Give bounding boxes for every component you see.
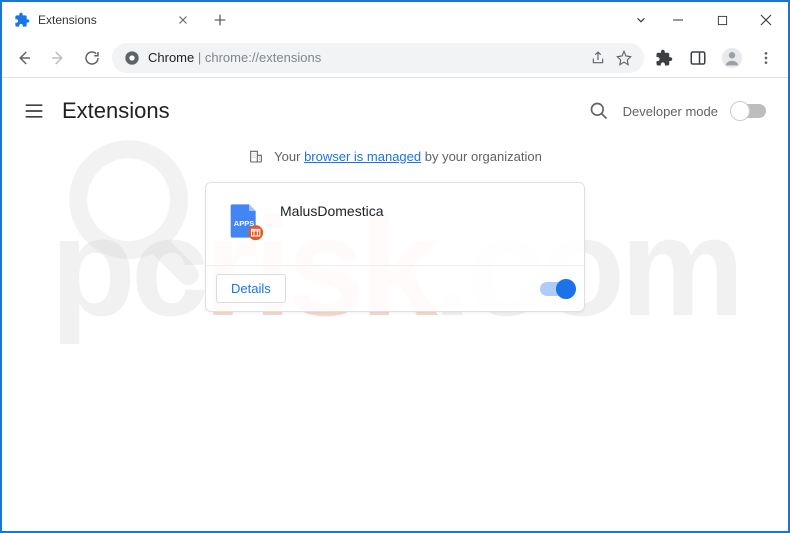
building-icon <box>248 148 264 164</box>
close-button[interactable] <box>744 2 788 38</box>
extension-app-icon: APPS <box>224 201 264 241</box>
omnibox-text: Chrome | chrome://extensions <box>148 50 321 65</box>
new-tab-button[interactable] <box>202 2 238 38</box>
close-icon <box>760 14 772 26</box>
panel-icon <box>689 49 707 67</box>
tab-search-button[interactable] <box>626 13 656 27</box>
window-controls <box>626 2 788 38</box>
back-button[interactable] <box>10 44 38 72</box>
arrow-left-icon <box>15 49 33 67</box>
close-icon[interactable] <box>176 13 190 27</box>
page-header: Extensions Developer mode <box>2 88 788 134</box>
extensions-button[interactable] <box>650 44 678 72</box>
forward-button[interactable] <box>44 44 72 72</box>
tab-title: Extensions <box>38 13 168 27</box>
svg-text:APPS: APPS <box>234 219 254 228</box>
window-titlebar: Extensions <box>2 2 788 38</box>
managed-text: Your browser is managed by your organiza… <box>274 149 542 164</box>
kebab-icon <box>758 50 774 66</box>
puzzle-icon <box>655 49 673 67</box>
avatar-icon <box>721 47 743 69</box>
star-icon[interactable] <box>616 50 632 66</box>
minimize-icon <box>672 14 684 26</box>
profile-button[interactable] <box>718 44 746 72</box>
extension-enabled-toggle[interactable] <box>540 282 574 296</box>
details-button[interactable]: Details <box>216 274 286 303</box>
hamburger-icon[interactable] <box>24 103 44 119</box>
developer-mode-toggle[interactable] <box>732 104 766 118</box>
managed-banner: Your browser is managed by your organiza… <box>2 134 788 182</box>
page-title: Extensions <box>62 98 170 124</box>
extension-card: APPS MalusDomestica Details <box>205 182 585 312</box>
browser-managed-link[interactable]: browser is managed <box>304 149 421 164</box>
side-panel-button[interactable] <box>684 44 712 72</box>
reload-button[interactable] <box>78 44 106 72</box>
extension-name: MalusDomestica <box>280 201 383 241</box>
chrome-icon <box>124 50 140 66</box>
search-icon[interactable] <box>589 101 609 121</box>
share-icon[interactable] <box>590 50 606 66</box>
menu-button[interactable] <box>752 44 780 72</box>
extension-puzzle-icon <box>14 12 30 28</box>
minimize-button[interactable] <box>656 2 700 38</box>
plus-icon <box>212 12 228 28</box>
reload-icon <box>83 49 101 67</box>
arrow-right-icon <box>49 49 67 67</box>
browser-toolbar: Chrome | chrome://extensions <box>2 38 788 78</box>
developer-mode-label: Developer mode <box>623 104 718 119</box>
maximize-icon <box>717 15 728 26</box>
browser-tab[interactable]: Extensions <box>2 2 202 38</box>
address-bar[interactable]: Chrome | chrome://extensions <box>112 43 644 73</box>
maximize-button[interactable] <box>700 2 744 38</box>
chevron-down-icon <box>634 13 648 27</box>
